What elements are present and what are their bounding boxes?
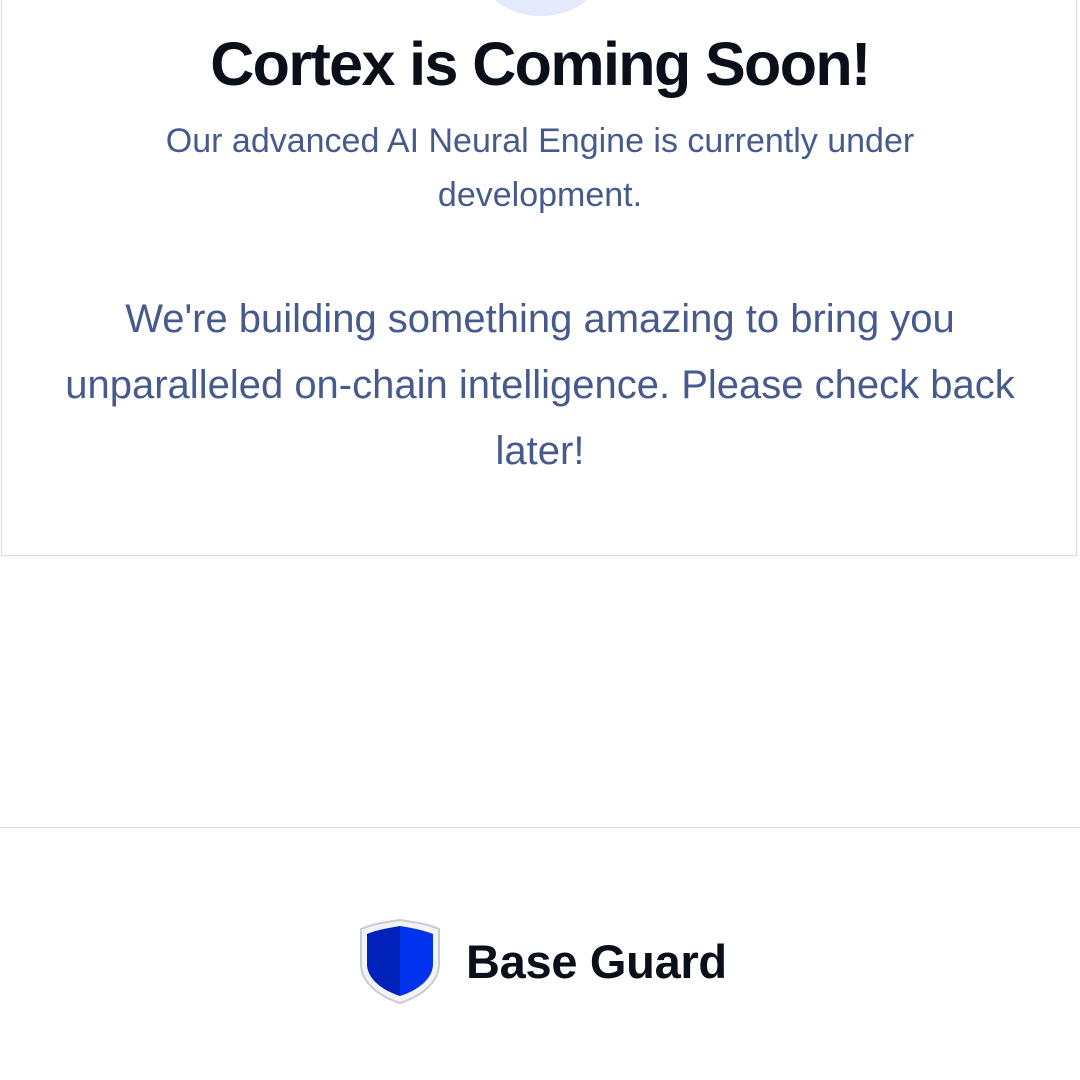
footer-divider (0, 827, 1080, 828)
subtitle-text: Our advanced AI Neural Engine is current… (165, 122, 915, 214)
info-message: We're building something amazing to brin… (65, 297, 1015, 473)
page-title: Cortex is Coming Soon! (210, 30, 871, 98)
coming-soon-icon (479, 0, 603, 16)
footer-brand[interactable]: Base Guard (356, 916, 727, 1006)
page: Cortex is Coming Soon! Our advanced AI N… (0, 0, 1080, 1080)
coming-soon-card: Cortex is Coming Soon! Our advanced AI N… (1, 0, 1077, 556)
shield-icon (360, 918, 440, 1005)
brand-name: Base Guard (466, 934, 727, 988)
